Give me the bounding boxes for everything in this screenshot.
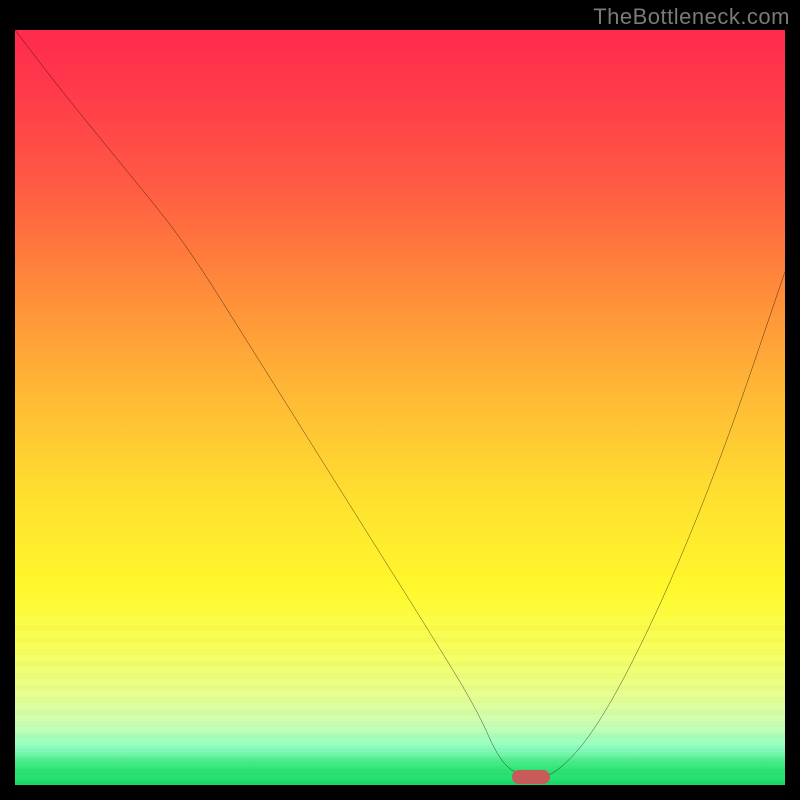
- bottleneck-curve: [15, 30, 785, 785]
- watermark-text: TheBottleneck.com: [593, 4, 790, 30]
- chart-frame: TheBottleneck.com: [0, 0, 800, 800]
- plot-area: [15, 30, 785, 785]
- optimal-marker: [512, 770, 550, 784]
